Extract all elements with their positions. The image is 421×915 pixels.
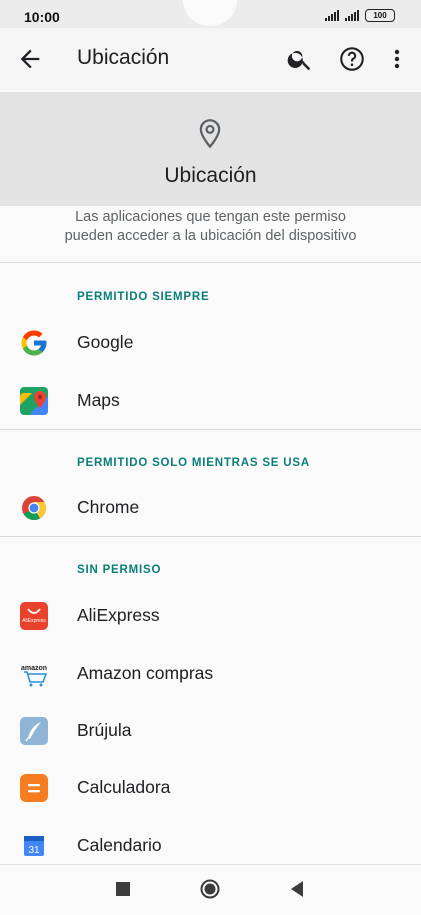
app-row-amazon[interactable]: amazon Amazon compras: [0, 645, 421, 701]
app-row-maps[interactable]: Maps: [0, 372, 421, 428]
section-label-allowed-always: PERMITIDO SIEMPRE: [77, 291, 210, 303]
signal-icon: [345, 10, 359, 21]
app-row-compass[interactable]: Brújula: [0, 702, 421, 758]
more-options-icon[interactable]: [385, 45, 409, 73]
google-icon: [21, 330, 47, 356]
divider: [0, 536, 421, 537]
app-name: AliExpress: [77, 605, 160, 625]
camera-notch: [183, 0, 237, 26]
app-row-calculator[interactable]: Calculadora: [0, 759, 421, 815]
navigation-bar: [0, 864, 421, 915]
maps-icon: [20, 387, 48, 415]
app-bar: Ubicación: [0, 28, 421, 90]
app-name: Amazon compras: [77, 663, 214, 683]
section-label-allowed-while-in-use: PERMITIDO SOLO MIENTRAS SE USA: [77, 457, 310, 469]
calculator-icon: [20, 774, 48, 802]
home-button[interactable]: [200, 879, 220, 899]
divider: [0, 429, 421, 430]
app-row-chrome[interactable]: Chrome: [0, 479, 421, 535]
description-line: pueden acceder a la ubicación del dispos…: [64, 228, 357, 244]
app-row-aliexpress[interactable]: AliExpress AliExpress: [0, 587, 421, 643]
description-line: Las aplicaciones que tengan este permiso: [75, 209, 346, 225]
page-title: Ubicación: [77, 46, 170, 69]
app-row-google[interactable]: Google: [0, 314, 421, 370]
header-title: Ubicación: [164, 164, 257, 187]
location-pin-icon: [199, 119, 221, 149]
aliexpress-icon-text: AliExpress: [22, 618, 46, 624]
recent-apps-button[interactable]: [116, 882, 130, 896]
calendar-icon: 31: [24, 836, 44, 856]
back-arrow-icon[interactable]: [16, 45, 44, 73]
battery-icon: 100: [365, 9, 395, 22]
search-icon[interactable]: [286, 45, 314, 73]
status-icons: 100: [325, 9, 395, 22]
app-name: Chrome: [77, 497, 140, 517]
header-description: Las aplicaciones que tengan este permiso…: [0, 208, 421, 246]
app-name: Calendario: [77, 835, 162, 855]
compass-icon: [20, 717, 48, 745]
app-name: Google: [77, 332, 134, 352]
amazon-icon: amazon: [21, 665, 48, 687]
status-bar: 10:00 100: [0, 0, 421, 28]
back-nav-button[interactable]: [289, 879, 305, 899]
status-time: 10:00: [24, 9, 60, 25]
calendar-icon-day: 31: [28, 845, 40, 856]
chrome-icon: [22, 496, 47, 521]
app-name: Calculadora: [77, 777, 171, 797]
help-icon[interactable]: [338, 45, 366, 73]
aliexpress-icon: AliExpress: [20, 602, 48, 630]
app-name: Brújula: [77, 720, 132, 740]
signal-icon: [325, 10, 339, 21]
section-label-no-permission: SIN PERMISO: [77, 564, 162, 576]
divider: [0, 262, 421, 263]
app-name: Maps: [77, 390, 120, 410]
amazon-icon-text: amazon: [21, 665, 47, 672]
header-card: Ubicación: [0, 92, 421, 206]
